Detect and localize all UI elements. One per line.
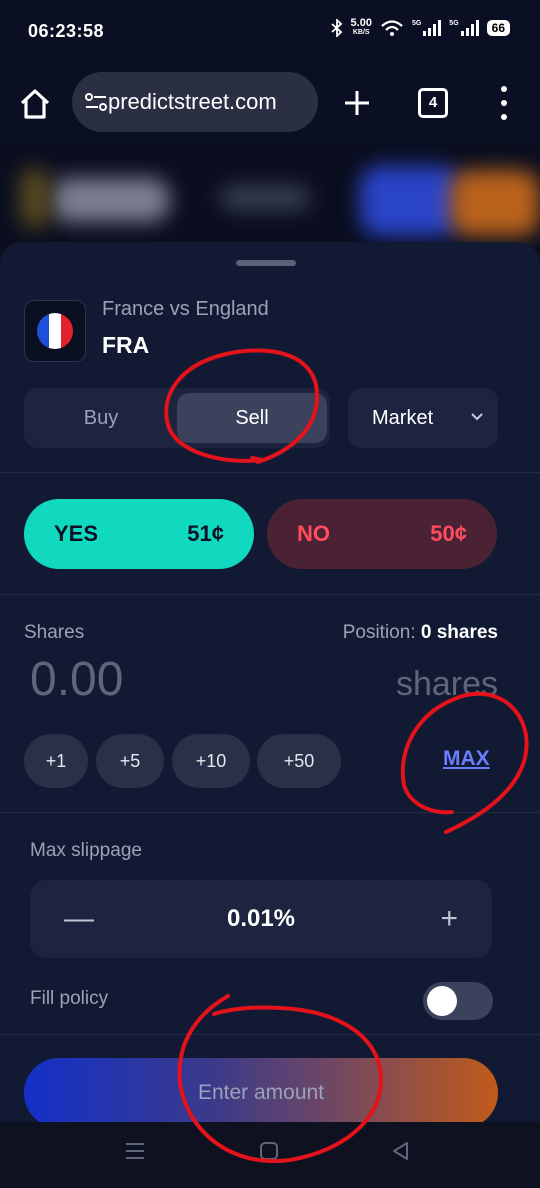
buy-tab[interactable]: Buy <box>24 388 178 448</box>
shares-amount-input[interactable]: 0.00 <box>30 652 123 707</box>
bluetooth-icon <box>330 19 342 37</box>
market-ticker: FRA <box>102 332 150 358</box>
order-type-value: Market <box>372 407 434 429</box>
tab-switcher-icon[interactable]: 4 <box>418 88 448 118</box>
slippage-decrease-button[interactable]: — <box>64 880 94 958</box>
quick-add-5-button[interactable]: +5 <box>96 734 164 788</box>
address-bar[interactable]: predictstreet.com <box>72 72 318 132</box>
trade-sheet: France vs England FRA Buy Sell Market YE… <box>0 242 540 1122</box>
yes-price: 51¢ <box>187 521 224 546</box>
france-flag-icon <box>37 313 73 349</box>
chevron-down-icon <box>471 413 483 421</box>
menu-icon[interactable] <box>494 86 514 120</box>
slippage-value: 0.01% <box>226 905 296 932</box>
home-icon[interactable] <box>18 87 52 121</box>
shares-unit: shares <box>395 665 498 703</box>
enter-amount-button[interactable]: Enter amount <box>24 1058 498 1122</box>
sheet-drag-handle[interactable] <box>236 260 296 266</box>
fill-policy-label: Fill policy <box>30 988 109 1009</box>
wifi-icon <box>381 20 403 36</box>
back-icon[interactable] <box>390 1140 412 1162</box>
divider <box>0 594 540 595</box>
slippage-increase-button[interactable]: + <box>440 880 458 958</box>
quick-add-1-button[interactable]: +1 <box>24 734 88 788</box>
divider <box>0 812 540 813</box>
order-type-dropdown[interactable]: Market <box>348 388 498 448</box>
match-title: France vs England <box>102 298 269 320</box>
quick-add-50-button[interactable]: +50 <box>257 734 341 788</box>
position-info: Position: 0 shares <box>342 622 498 643</box>
clock: 06:23:58 <box>28 21 105 41</box>
divider <box>0 472 540 473</box>
yes-outcome-button[interactable]: YES 51¢ <box>24 499 254 569</box>
browser-toolbar: predictstreet.com 4 <box>0 62 540 144</box>
yes-label: YES <box>54 521 99 546</box>
toggle-knob <box>427 986 457 1016</box>
divider <box>0 1034 540 1035</box>
system-icons: 5.00 KB/S 5G 5G 66 <box>330 17 510 38</box>
max-button[interactable]: MAX <box>443 747 490 771</box>
market-flag <box>24 300 86 362</box>
url-text[interactable]: predictstreet.com <box>108 89 277 115</box>
signal-1-icon: 5G <box>412 20 442 36</box>
no-outcome-button[interactable]: NO 50¢ <box>267 499 497 569</box>
battery-icon: 66 <box>486 20 510 36</box>
status-bar: 06:23:58 5.00 KB/S 5G 5G 66 <box>0 0 540 62</box>
sell-tab[interactable]: Sell <box>177 393 327 443</box>
side-selector: Buy Sell <box>24 388 330 448</box>
new-tab-icon[interactable] <box>340 86 374 120</box>
slippage-stepper: 0.01% — + <box>30 880 492 958</box>
slippage-label: Max slippage <box>30 840 142 861</box>
system-nav-bar <box>0 1122 540 1188</box>
background-page-blurred <box>0 144 540 254</box>
net-speed: 5.00 KB/S <box>350 17 372 37</box>
position-value: 0 shares <box>420 622 498 643</box>
no-price: 50¢ <box>430 521 467 546</box>
signal-2-icon: 5G <box>449 20 479 36</box>
fill-policy-toggle[interactable] <box>423 982 493 1020</box>
quick-add-10-button[interactable]: +10 <box>172 734 250 788</box>
home-nav-icon[interactable] <box>258 1140 280 1162</box>
shares-label: Shares <box>24 622 85 643</box>
recents-icon[interactable] <box>124 1140 146 1162</box>
no-label: NO <box>297 521 330 546</box>
